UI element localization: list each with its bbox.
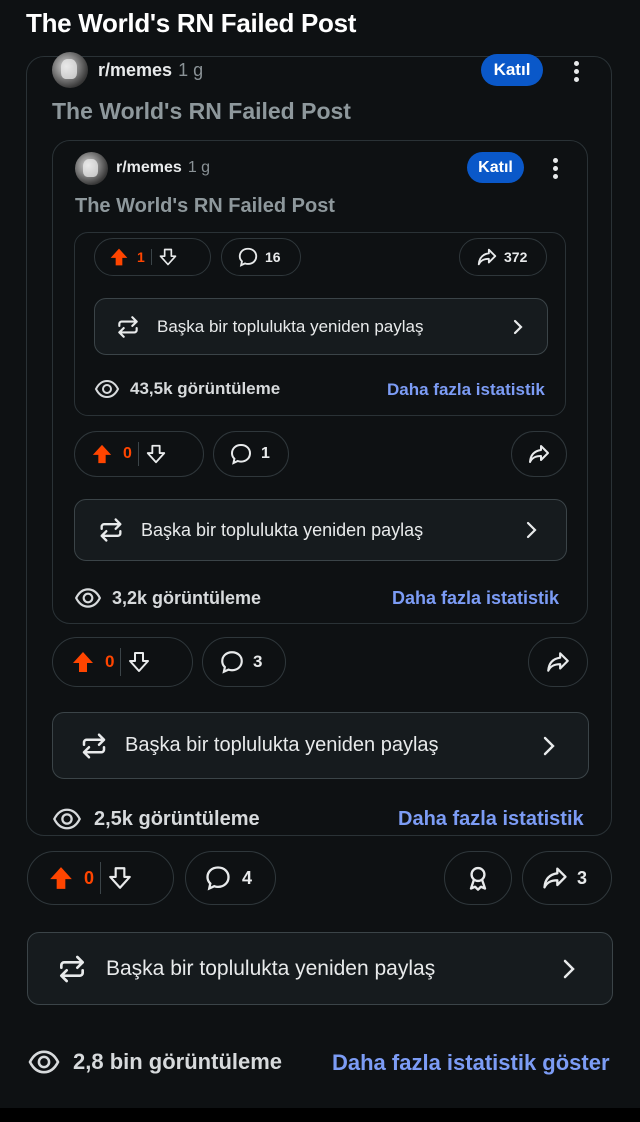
vote-pill[interactable]: 1 xyxy=(94,238,211,276)
subreddit-name[interactable]: r/memes 1 g xyxy=(116,159,210,177)
upvote-count: 0 xyxy=(123,445,132,462)
more-stats-link[interactable]: Daha fazla istatistik göster xyxy=(332,1050,610,1076)
eye-icon xyxy=(27,1048,61,1076)
share-icon xyxy=(476,246,498,268)
crosspost-button[interactable]: Başka bir toplulukta yeniden paylaş xyxy=(27,932,613,1005)
repost-icon xyxy=(115,314,141,340)
share-icon xyxy=(545,649,571,675)
comment-button[interactable]: 3 xyxy=(202,637,286,687)
more-stats-link[interactable]: Daha fazla istatistik xyxy=(392,588,559,609)
downvote-icon[interactable] xyxy=(127,650,151,674)
view-count: 43,5k görüntüleme xyxy=(94,378,280,400)
join-button[interactable]: Katıl xyxy=(481,54,543,86)
repost-icon xyxy=(79,731,109,761)
upvote-count: 1 xyxy=(137,249,145,265)
share-button[interactable] xyxy=(528,637,588,687)
avatar[interactable] xyxy=(52,52,88,88)
comment-count: 16 xyxy=(265,249,281,265)
view-count: 2,8 bin görüntüleme xyxy=(27,1048,282,1076)
chevron-right-icon xyxy=(542,736,556,756)
page-title: The World's RN Failed Post xyxy=(26,8,357,38)
share-icon xyxy=(527,442,551,466)
eye-icon xyxy=(52,806,82,832)
view-count: 2,5k görüntüleme xyxy=(52,806,260,832)
post-age: 1 g xyxy=(187,159,211,176)
share-button[interactable] xyxy=(511,431,567,477)
vote-pill[interactable]: 0 xyxy=(74,431,204,477)
eye-icon xyxy=(74,586,102,610)
comment-icon xyxy=(219,649,245,675)
comment-count: 3 xyxy=(253,652,263,671)
crosspost-label: Başka bir toplulukta yeniden paylaş xyxy=(106,956,436,980)
downvote-icon[interactable] xyxy=(107,865,133,891)
bottom-edge xyxy=(0,1108,640,1122)
share-count: 3 xyxy=(577,867,588,888)
more-stats-link[interactable]: Daha fazla istatistik xyxy=(387,380,545,400)
more-icon[interactable] xyxy=(553,158,559,182)
repost-icon xyxy=(97,516,125,544)
crosspost-button[interactable]: Başka bir toplulukta yeniden paylaş xyxy=(94,298,548,355)
comment-count: 4 xyxy=(242,867,253,888)
chevron-right-icon xyxy=(511,319,525,335)
vote-pill[interactable]: 0 xyxy=(52,637,193,687)
upvote-icon[interactable] xyxy=(91,443,113,465)
share-button[interactable]: 3 xyxy=(522,851,612,905)
upvote-icon[interactable] xyxy=(71,650,95,674)
subreddit-name[interactable]: r/memes 1 g xyxy=(98,60,203,81)
repost-icon xyxy=(56,953,88,985)
award-button[interactable] xyxy=(444,851,512,905)
crosspost-button[interactable]: Başka bir toplulukta yeniden paylaş xyxy=(74,499,567,561)
avatar[interactable] xyxy=(75,152,108,185)
downvote-icon[interactable] xyxy=(145,443,167,465)
share-button[interactable]: 372 xyxy=(459,238,547,276)
post-title[interactable]: The World's RN Failed Post xyxy=(52,98,351,125)
vote-pill[interactable]: 0 xyxy=(27,851,174,905)
post-age: 1 g xyxy=(178,60,204,80)
chevron-right-icon xyxy=(524,521,538,539)
comment-button[interactable]: 16 xyxy=(221,238,301,276)
crosspost-label: Başka bir toplulukta yeniden paylaş xyxy=(141,519,424,540)
crosspost-button[interactable]: Başka bir toplulukta yeniden paylaş xyxy=(52,712,589,779)
comment-icon xyxy=(229,442,253,466)
share-icon xyxy=(541,864,569,892)
more-stats-link[interactable]: Daha fazla istatistik xyxy=(398,808,584,831)
crosspost-label: Başka bir toplulukta yeniden paylaş xyxy=(125,734,439,756)
share-count: 372 xyxy=(504,249,528,265)
upvote-count: 0 xyxy=(84,867,95,888)
award-icon xyxy=(464,864,492,892)
comment-icon xyxy=(237,246,259,268)
upvote-icon[interactable] xyxy=(109,247,129,267)
more-icon[interactable] xyxy=(574,61,580,85)
view-count: 3,2k görüntüleme xyxy=(74,586,261,610)
comment-button[interactable]: 1 xyxy=(213,431,289,477)
chevron-right-icon xyxy=(562,958,576,980)
eye-icon xyxy=(94,378,120,400)
join-button[interactable]: Katıl xyxy=(467,152,524,183)
upvote-count: 0 xyxy=(105,652,115,671)
upvote-icon[interactable] xyxy=(48,865,74,891)
downvote-icon[interactable] xyxy=(158,247,178,267)
comment-count: 1 xyxy=(261,445,270,462)
comment-icon xyxy=(204,864,232,892)
post-title[interactable]: The World's RN Failed Post xyxy=(75,195,335,218)
crosspost-label: Başka bir toplulukta yeniden paylaş xyxy=(157,316,424,336)
comment-button[interactable]: 4 xyxy=(185,851,276,905)
